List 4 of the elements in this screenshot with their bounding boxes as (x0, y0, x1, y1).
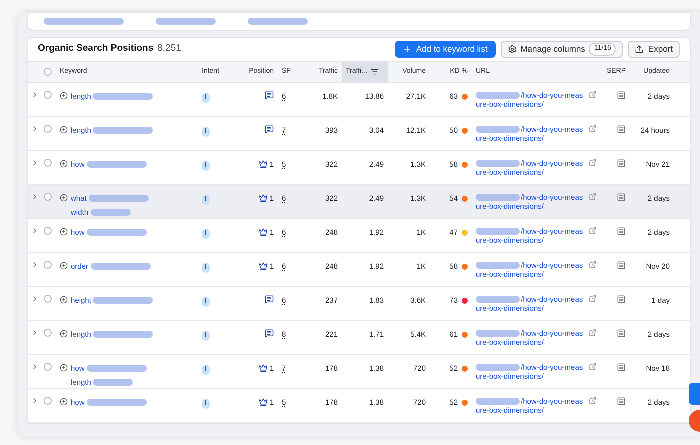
add-to-keyword-list-button[interactable]: Add to keyword list (395, 41, 496, 58)
result-count: 8,251 (158, 42, 182, 56)
export-button[interactable]: Export (628, 41, 680, 58)
panel-title: Organic Search Positions (38, 42, 154, 56)
